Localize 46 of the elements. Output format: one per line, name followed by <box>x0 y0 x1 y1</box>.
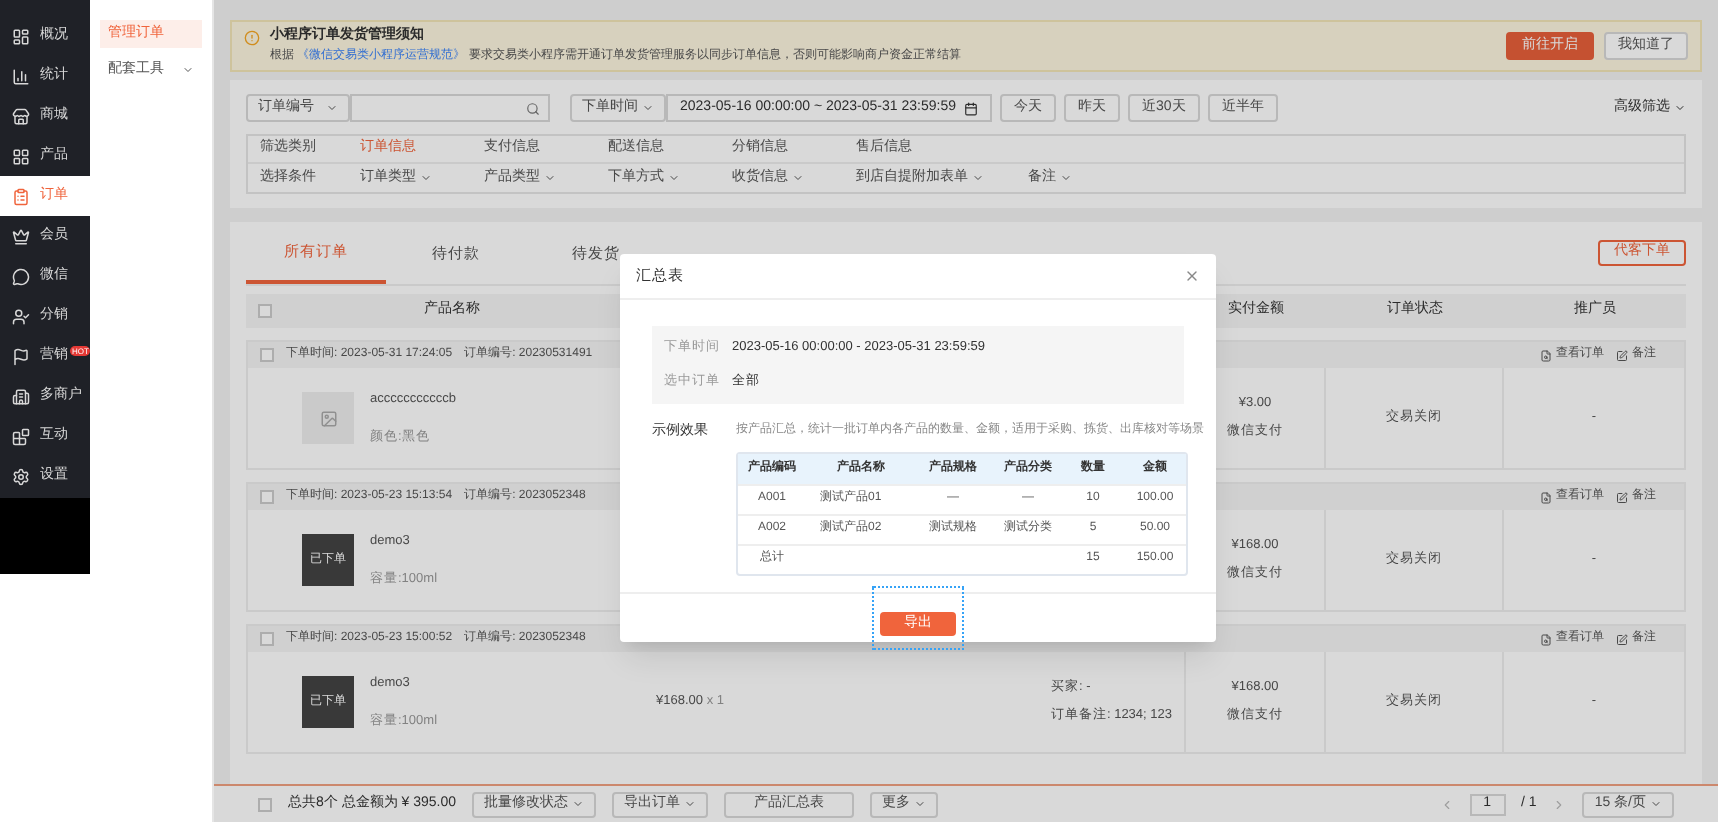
clipboard-icon <box>12 187 30 205</box>
next-page-icon[interactable] <box>1552 797 1567 811</box>
edit-icon <box>1616 349 1628 361</box>
calendar-icon <box>963 101 978 115</box>
chevron-icon <box>572 798 585 810</box>
chevron-icon <box>668 172 680 184</box>
previous-page-icon[interactable] <box>1439 797 1454 811</box>
checkbox[interactable] <box>260 348 274 362</box>
dashboard-icon <box>12 27 30 45</box>
crown-icon <box>12 227 30 245</box>
document-icon <box>1540 491 1552 503</box>
chevron-icon <box>544 172 556 184</box>
user-icon <box>12 307 30 325</box>
building-icon <box>12 387 30 405</box>
chevron-icon <box>642 102 654 114</box>
blocks-icon <box>12 427 30 445</box>
chevron-icon <box>420 172 432 184</box>
store-icon <box>12 107 30 125</box>
chevron-icon <box>1060 172 1072 184</box>
chevron-icon <box>914 798 927 810</box>
chart-icon <box>12 67 30 85</box>
chevron-icon <box>326 102 338 114</box>
edit-icon <box>1616 491 1628 503</box>
edit-icon <box>1616 633 1628 645</box>
account-block <box>0 498 90 574</box>
chevron-icon <box>1650 798 1662 810</box>
checkbox[interactable] <box>260 632 274 646</box>
chevron-icon <box>1674 102 1686 114</box>
chevron-icon <box>972 172 984 184</box>
search-icon <box>526 101 540 115</box>
grid-icon <box>12 147 30 165</box>
checkbox[interactable] <box>258 797 272 811</box>
checkbox[interactable] <box>258 304 272 318</box>
image-placeholder <box>302 392 354 444</box>
document-icon <box>1540 349 1552 361</box>
checkbox[interactable] <box>260 490 274 504</box>
search-field[interactable] <box>350 94 550 122</box>
document-icon <box>1540 633 1552 645</box>
flag-icon <box>12 347 30 365</box>
chat-icon <box>12 267 30 285</box>
alert-icon <box>244 30 260 46</box>
chevron-icon <box>792 172 804 184</box>
chevron-icon <box>684 798 697 810</box>
chevron-icon <box>182 64 194 76</box>
settings-icon <box>12 467 30 485</box>
close-icon[interactable] <box>1184 268 1200 284</box>
